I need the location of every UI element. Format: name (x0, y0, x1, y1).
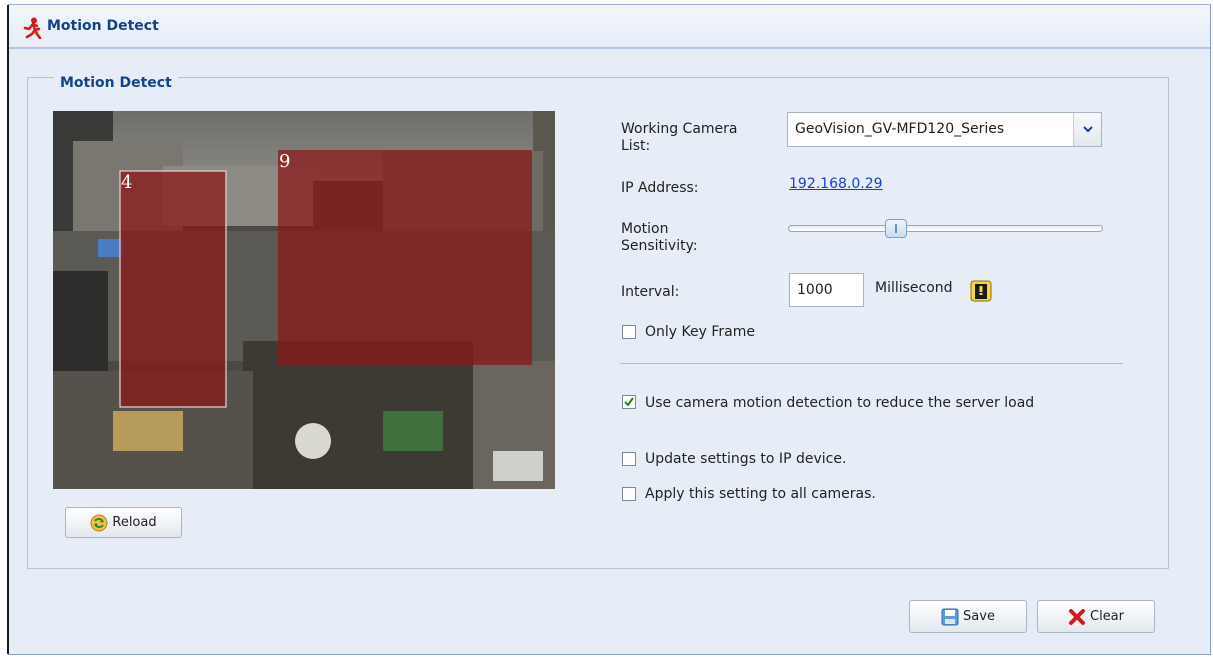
camera-list-value: GeoVision_GV-MFD120_Series (795, 121, 1005, 137)
camera-list-select[interactable]: GeoVision_GV-MFD120_Series (787, 112, 1102, 147)
sensitivity-slider-track[interactable] (788, 225, 1103, 232)
clear-label: Clear (1090, 609, 1124, 624)
interval-unit: Millisecond (875, 280, 953, 296)
sensitivity-slider-thumb[interactable] (884, 219, 907, 238)
motion-zone-4[interactable] (119, 170, 227, 408)
motion-zone-9[interactable] (278, 150, 532, 365)
use-camera-md-label: Use camera motion detection to reduce th… (645, 395, 1035, 411)
refresh-icon (90, 514, 108, 531)
checkbox-icon (622, 487, 636, 501)
zone-label-4: 4 (121, 172, 133, 193)
only-key-frame-checkbox[interactable]: Only Key Frame (622, 324, 755, 340)
camera-list-label: Working Camera List: (621, 121, 738, 154)
title-bar: Motion Detect (9, 5, 1210, 49)
checkbox-icon (622, 452, 636, 466)
group-legend: Motion Detect (54, 75, 178, 91)
floppy-disk-icon (941, 608, 959, 625)
reload-button[interactable]: Reload (65, 507, 182, 538)
zone-label-9: 9 (279, 151, 291, 172)
interval-label: Interval: (621, 284, 680, 300)
apply-all-label: Apply this setting to all cameras. (645, 486, 876, 502)
form-divider (620, 363, 1123, 364)
checkbox-checked-icon (622, 395, 636, 409)
ip-address-label: IP Address: (621, 180, 699, 196)
red-x-icon (1069, 608, 1085, 625)
update-settings-label: Update settings to IP device. (645, 451, 847, 467)
window-title: Motion Detect (47, 18, 159, 34)
chevron-down-icon[interactable] (1073, 113, 1101, 146)
running-person-icon (23, 17, 42, 39)
only-key-frame-label: Only Key Frame (645, 324, 755, 340)
save-label: Save (963, 609, 995, 624)
ip-address-link[interactable]: 192.168.0.29 (789, 176, 883, 192)
reload-label: Reload (112, 515, 157, 530)
camera-scene (53, 111, 555, 489)
checkbox-icon (622, 325, 636, 339)
interval-input[interactable]: 1000 (789, 273, 864, 307)
apply-all-checkbox[interactable]: Apply this setting to all cameras. (622, 486, 876, 502)
motion-sensitivity-label: Motion Sensitivity: (621, 221, 698, 254)
clear-button[interactable]: Clear (1037, 600, 1155, 633)
use-camera-md-checkbox[interactable]: Use camera motion detection to reduce th… (622, 386, 1102, 420)
update-settings-checkbox[interactable]: Update settings to IP device. (622, 451, 846, 467)
info-icon[interactable] (970, 280, 992, 302)
camera-preview[interactable]: 4 9 (53, 111, 555, 489)
save-button[interactable]: Save (909, 600, 1027, 633)
